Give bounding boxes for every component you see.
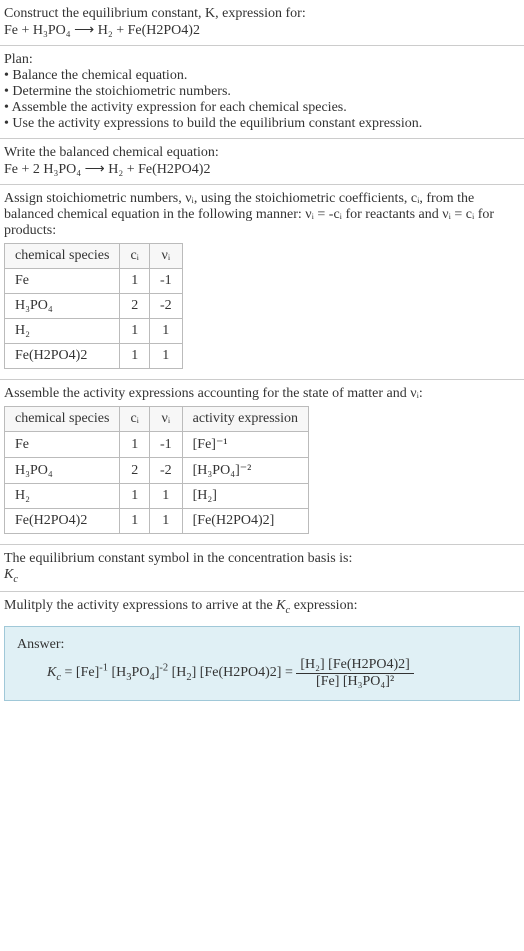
col-activity: activity expression xyxy=(182,407,308,432)
plan-section: Plan: • Balance the chemical equation. •… xyxy=(0,46,524,139)
cell-species: H₃PO₄ xyxy=(5,458,120,484)
plan-item-text: Assemble the activity expression for eac… xyxy=(12,100,347,115)
intro-line: Construct the equilibrium constant, K, e… xyxy=(4,6,520,22)
col-ci: cᵢ xyxy=(120,244,150,269)
multiply-heading: Mulitply the activity expressions to arr… xyxy=(4,598,520,616)
table-header-row: chemical species cᵢ νᵢ xyxy=(5,244,183,269)
symbol-heading: The equilibrium constant symbol in the c… xyxy=(4,551,520,567)
cell-vi: 1 xyxy=(149,509,182,534)
cell-vi: -2 xyxy=(149,294,182,319)
equals-sign: = [Fe]-1 [H3PO4]-2 [H2] [Fe(H2PO4)2] = xyxy=(65,665,297,680)
table-row: H₂ 1 1 xyxy=(5,319,183,344)
cell-ci: 1 xyxy=(120,484,150,509)
cell-vi: -2 xyxy=(149,458,182,484)
cell-ci: 2 xyxy=(120,294,150,319)
table-row: Fe(H2PO4)2 1 1 xyxy=(5,344,183,369)
plan-item: • Balance the chemical equation. xyxy=(4,68,520,84)
cell-vi: 1 xyxy=(149,484,182,509)
fraction-denominator: [Fe] [H₃PO₄]² xyxy=(296,674,413,690)
answer-box: Answer: Kc = [Fe]-1 [H3PO4]-2 [H2] [Fe(H… xyxy=(4,626,520,701)
plan-item-text: Balance the chemical equation. xyxy=(12,68,187,83)
cell-activity: [H₂] xyxy=(182,484,308,509)
stoich-table: chemical species cᵢ νᵢ Fe 1 -1 H₃PO₄ 2 -… xyxy=(4,243,183,369)
stoich-heading: Assign stoichiometric numbers, νᵢ, using… xyxy=(4,191,520,239)
activity-table: chemical species cᵢ νᵢ activity expressi… xyxy=(4,406,309,534)
cell-ci: 1 xyxy=(120,432,150,458)
col-ci: cᵢ xyxy=(120,407,150,432)
col-vi: νᵢ xyxy=(149,407,182,432)
activity-heading: Assemble the activity expressions accoun… xyxy=(4,386,520,402)
plan-item-text: Use the activity expressions to build th… xyxy=(12,116,422,131)
stoich-section: Assign stoichiometric numbers, νᵢ, using… xyxy=(0,185,524,380)
table-header-row: chemical species cᵢ νᵢ activity expressi… xyxy=(5,407,309,432)
symbol-value: Kc xyxy=(4,567,520,585)
balanced-equation: Fe + 2 H₃PO₄ ⟶ H₂ + Fe(H2PO4)2 xyxy=(4,161,520,178)
cell-ci: 1 xyxy=(120,509,150,534)
cell-vi: -1 xyxy=(149,269,182,294)
cell-species: H₂ xyxy=(5,484,120,509)
col-species: chemical species xyxy=(5,407,120,432)
cell-ci: 1 xyxy=(120,319,150,344)
intro-section: Construct the equilibrium constant, K, e… xyxy=(0,0,524,46)
table-row: Fe 1 -1 [Fe]⁻¹ xyxy=(5,432,309,458)
cell-species: H₃PO₄ xyxy=(5,294,120,319)
intro-equation: Fe + H₃PO₄ ⟶ H₂ + Fe(H2PO4)2 xyxy=(4,22,520,39)
balanced-section: Write the balanced chemical equation: Fe… xyxy=(0,139,524,185)
cell-ci: 1 xyxy=(120,344,150,369)
cell-activity: [H₃PO₄]⁻² xyxy=(182,458,308,484)
answer-fraction: [H₂] [Fe(H2PO4)2] [Fe] [H₃PO₄]² xyxy=(296,657,413,690)
plan-item: • Assemble the activity expression for e… xyxy=(4,100,520,116)
cell-species: Fe(H2PO4)2 xyxy=(5,344,120,369)
cell-species: Fe(H2PO4)2 xyxy=(5,509,120,534)
table-row: Fe(H2PO4)2 1 1 [Fe(H2PO4)2] xyxy=(5,509,309,534)
plan-heading: Plan: xyxy=(4,52,520,68)
intro-text: Construct the equilibrium constant, K, e… xyxy=(4,6,306,21)
cell-vi: -1 xyxy=(149,432,182,458)
answer-label: Answer: xyxy=(17,637,507,653)
plan-item: • Use the activity expressions to build … xyxy=(4,116,520,132)
multiply-section: Mulitply the activity expressions to arr… xyxy=(0,592,524,622)
answer-expression: Kc = [Fe]-1 [H3PO4]-2 [H2] [Fe(H2PO4)2] … xyxy=(17,653,507,690)
kc-symbol: Kc xyxy=(47,665,61,680)
cell-activity: [Fe(H2PO4)2] xyxy=(182,509,308,534)
plan-item-text: Determine the stoichiometric numbers. xyxy=(12,84,231,99)
activity-section: Assemble the activity expressions accoun… xyxy=(0,380,524,545)
table-row: H₃PO₄ 2 -2 xyxy=(5,294,183,319)
fraction-numerator: [H₂] [Fe(H2PO4)2] xyxy=(296,657,413,674)
table-row: H₂ 1 1 [H₂] xyxy=(5,484,309,509)
cell-ci: 1 xyxy=(120,269,150,294)
symbol-section: The equilibrium constant symbol in the c… xyxy=(0,545,524,592)
table-row: Fe 1 -1 xyxy=(5,269,183,294)
plan-item: • Determine the stoichiometric numbers. xyxy=(4,84,520,100)
cell-vi: 1 xyxy=(149,319,182,344)
cell-species: Fe xyxy=(5,269,120,294)
col-vi: νᵢ xyxy=(149,244,182,269)
cell-activity: [Fe]⁻¹ xyxy=(182,432,308,458)
table-row: H₃PO₄ 2 -2 [H₃PO₄]⁻² xyxy=(5,458,309,484)
cell-species: Fe xyxy=(5,432,120,458)
col-species: chemical species xyxy=(5,244,120,269)
cell-ci: 2 xyxy=(120,458,150,484)
cell-vi: 1 xyxy=(149,344,182,369)
balanced-heading: Write the balanced chemical equation: xyxy=(4,145,520,161)
cell-species: H₂ xyxy=(5,319,120,344)
